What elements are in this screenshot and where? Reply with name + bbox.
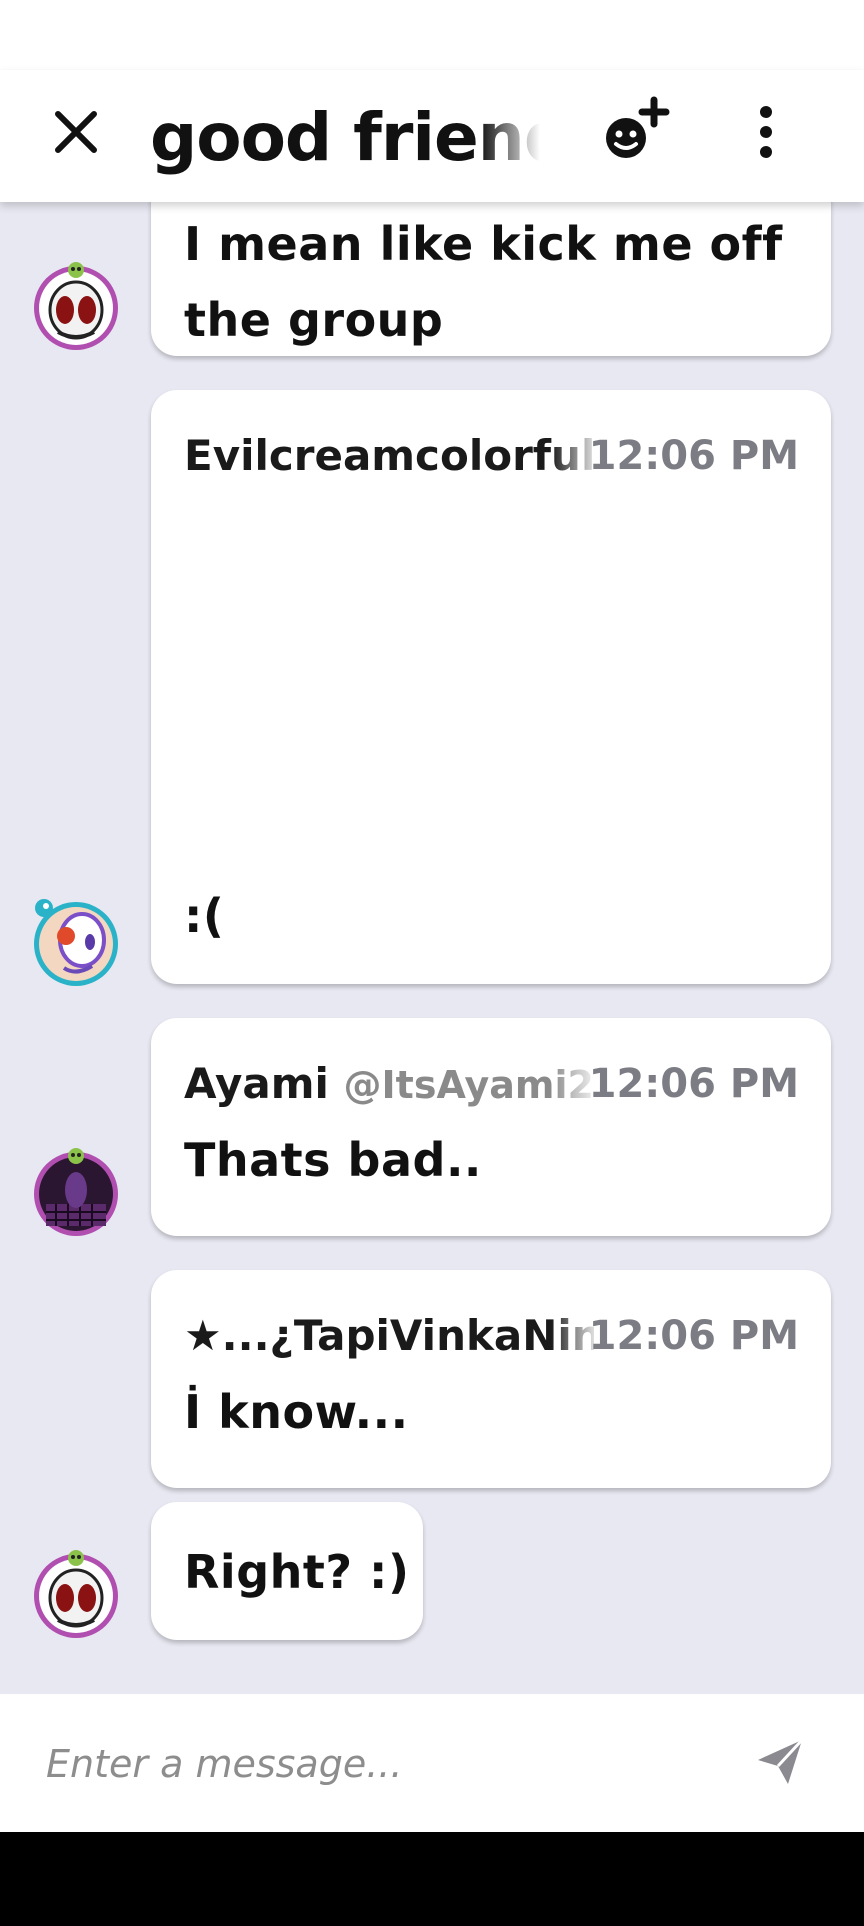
message-bubble[interactable]: ★...¿TapiVinkaNina 12:06 PM İ know...	[151, 1270, 831, 1488]
message-list[interactable]: I mean like kick me off the group Evilcr…	[0, 202, 864, 1694]
message-text: :(	[184, 889, 225, 943]
sender-name[interactable]: Ayami @ItsAyami268	[184, 1056, 594, 1112]
more-vertical-icon[interactable]	[742, 100, 790, 164]
message-input[interactable]	[44, 1728, 688, 1800]
status-bar-area	[0, 0, 864, 70]
send-icon[interactable]	[752, 1734, 808, 1790]
close-icon[interactable]	[44, 100, 108, 164]
avatar[interactable]	[30, 1548, 122, 1640]
message-time: 12:06 PM	[588, 1313, 799, 1359]
avatar[interactable]	[30, 1146, 122, 1238]
message-time: 12:06 PM	[588, 1061, 799, 1107]
title-fade	[480, 88, 540, 188]
system-nav-bar	[0, 1832, 864, 1926]
chat-header: good friends	[0, 70, 864, 202]
message-text: I mean like kick me off the group	[184, 217, 783, 347]
message-composer	[0, 1694, 864, 1832]
avatar[interactable]	[30, 260, 122, 352]
message-bubble[interactable]: Ayami @ItsAyami268 12:06 PM Thats bad..	[151, 1018, 831, 1236]
sender-display-name: Ayami	[184, 1059, 329, 1108]
message-bubble[interactable]: I mean like kick me off the group	[151, 202, 831, 356]
message-text: Right? :)	[184, 1545, 410, 1599]
message-time: 12:06 PM	[588, 433, 799, 479]
message-text: Thats bad..	[184, 1133, 482, 1187]
sender-name[interactable]: ★...¿TapiVinkaNina	[184, 1308, 594, 1364]
avatar[interactable]	[30, 896, 122, 988]
add-member-icon[interactable]	[596, 94, 672, 170]
message-bubble[interactable]: EvilcreamcolorfulT 12:06 PM :(	[151, 390, 831, 984]
sender-name[interactable]: EvilcreamcolorfulT	[184, 428, 594, 484]
message-text: İ know...	[184, 1385, 409, 1439]
message-bubble[interactable]: Right? :)	[151, 1502, 423, 1640]
